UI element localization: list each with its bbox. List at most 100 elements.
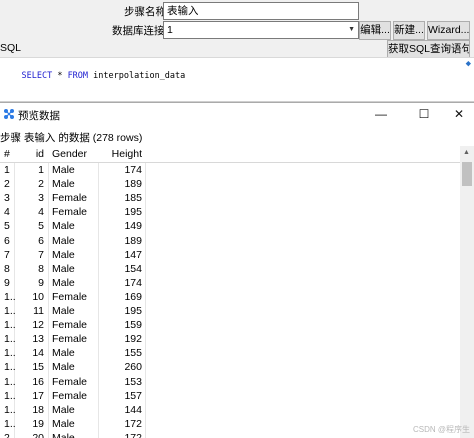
preview-window: 预览数据 — ☐ ✕ 步骤 表输入 的数据 (278 rows) # id Ge… (0, 102, 474, 438)
step-name-input[interactable]: 表输入 (163, 2, 359, 20)
table-row[interactable]: 6 6 Male 189 (0, 234, 460, 248)
table-row[interactable]: 1.. 16 Female 153 (0, 375, 460, 389)
height-cell: 157 (124, 389, 142, 402)
gender-cell: Female (52, 206, 88, 219)
table-row[interactable]: 1 1 Male 174 (0, 163, 460, 177)
id-cell: 1 (38, 164, 44, 176)
sql-keyword-from: FROM (67, 71, 89, 81)
height-cell: 174 (124, 276, 142, 289)
id-cell: 10 (32, 290, 44, 303)
id-cell: 16 (32, 375, 44, 388)
height-cell: 172 (124, 417, 142, 430)
gender-cell: Female (52, 333, 88, 346)
table-row[interactable]: 1.. 17 Female 157 (0, 389, 460, 403)
sql-table-name: interpolation_data (88, 71, 186, 81)
sql-editor[interactable]: SELECT * FROM interpolation_data ◆ (0, 57, 474, 102)
edit-connection-button[interactable]: 编辑... (359, 21, 391, 40)
id-cell: 14 (32, 347, 44, 360)
id-cell: 6 (38, 234, 44, 247)
gender-cell: Female (52, 192, 88, 205)
gender-cell: Female (52, 389, 88, 402)
scroll-up-icon[interactable]: ▲ (463, 149, 470, 156)
id-cell: 12 (32, 319, 44, 332)
table-row[interactable]: 7 7 Male 147 (0, 248, 460, 262)
db-connection-select[interactable]: 1 ▼ (163, 21, 359, 39)
height-cell: 189 (124, 178, 142, 191)
height-cell: 149 (124, 220, 142, 233)
sql-keyword-select: SELECT (21, 71, 53, 81)
table-header: # id Gender Height (0, 146, 460, 163)
gender-cell: Male (52, 178, 75, 191)
column-header-id[interactable]: id (14, 147, 44, 161)
table-row[interactable]: 9 9 Male 174 (0, 276, 460, 290)
chevron-down-icon: ▼ (348, 26, 355, 33)
sql-resize-icon[interactable]: ◆ (466, 59, 471, 69)
gender-cell: Male (52, 276, 75, 289)
height-cell: 189 (124, 234, 142, 247)
id-cell: 8 (38, 262, 44, 275)
table-row[interactable]: 2 2 Male 189 (0, 177, 460, 191)
maximize-button[interactable]: ☐ (409, 103, 439, 125)
table-row[interactable]: 1.. 19 Male 172 (0, 417, 460, 431)
table-row[interactable]: 1.. 13 Female 192 (0, 332, 460, 346)
id-cell: 17 (32, 389, 44, 402)
gender-cell: Female (52, 375, 88, 388)
id-cell: 5 (38, 220, 44, 233)
id-cell: 3 (38, 192, 44, 205)
gender-cell: Female (52, 290, 88, 303)
id-cell: 7 (38, 248, 44, 261)
sql-label: SQL (0, 42, 22, 54)
id-cell: 2 (38, 178, 44, 191)
height-cell: 153 (124, 375, 142, 388)
table-row[interactable]: 1.. 18 Male 144 (0, 403, 460, 417)
gender-cell: Male (52, 262, 75, 275)
gender-cell: Male (52, 220, 75, 233)
wizard-button[interactable]: Wizard... (427, 21, 470, 40)
minimize-button[interactable]: — (366, 103, 396, 125)
height-cell: 169 (124, 290, 142, 303)
table-row[interactable]: 1.. 12 Female 159 (0, 318, 460, 332)
preview-titlebar: 预览数据 — ☐ ✕ (0, 103, 474, 125)
id-cell: 11 (33, 305, 44, 317)
id-cell: 9 (38, 276, 44, 289)
table-row[interactable]: 1.. 11 Male 195 (0, 304, 460, 318)
table-row[interactable]: 8 8 Male 154 (0, 262, 460, 276)
gender-cell: Male (52, 164, 75, 176)
gender-cell: Female (52, 319, 88, 332)
height-cell: 174 (124, 164, 142, 176)
gender-cell: Male (52, 403, 75, 416)
column-header-gender[interactable]: Gender (52, 147, 102, 161)
gender-cell: Male (52, 361, 75, 374)
height-cell: 147 (124, 248, 142, 261)
table-row[interactable]: 4 4 Female 195 (0, 205, 460, 219)
db-connection-value: 1 (167, 24, 173, 36)
db-connection-label: 数据库连接 (112, 25, 165, 37)
new-connection-button[interactable]: 新建... (393, 21, 425, 40)
preview-row-info: 步骤 表输入 的数据 (278 rows) (0, 132, 143, 144)
id-cell: 18 (32, 403, 44, 416)
watermark: CSDN @程序生 (412, 425, 470, 434)
gender-cell: Male (52, 305, 75, 317)
vertical-scrollbar[interactable]: ▲ (460, 146, 474, 438)
close-button[interactable]: ✕ (444, 103, 474, 125)
table-row[interactable]: 3 3 Female 185 (0, 191, 460, 205)
table-row[interactable]: 1.. 15 Male 260 (0, 360, 460, 374)
table-row[interactable]: 1.. 14 Male 155 (0, 346, 460, 360)
table-row[interactable]: 5 5 Male 149 (0, 219, 460, 233)
height-cell: 260 (124, 361, 142, 374)
id-cell: 15 (32, 361, 44, 374)
height-cell: 192 (124, 333, 142, 346)
height-cell: 159 (124, 319, 142, 332)
preview-table[interactable]: # id Gender Height 1 1 Male 174 2 2 Male 189 3 3 F… (0, 146, 460, 438)
height-cell: 154 (124, 262, 142, 275)
scrollbar-thumb[interactable] (462, 162, 472, 186)
id-cell: 19 (32, 417, 44, 430)
step-name-label: 步骤名称 (124, 6, 166, 18)
column-header-height[interactable]: Height (100, 147, 142, 161)
sql-text: * (52, 71, 68, 81)
table-row[interactable]: 1.. 10 Female 169 (0, 290, 460, 304)
height-cell: 155 (124, 347, 142, 360)
gender-cell: Male (52, 417, 75, 430)
gender-cell: Male (52, 248, 75, 261)
kettle-app-icon (4, 109, 14, 119)
